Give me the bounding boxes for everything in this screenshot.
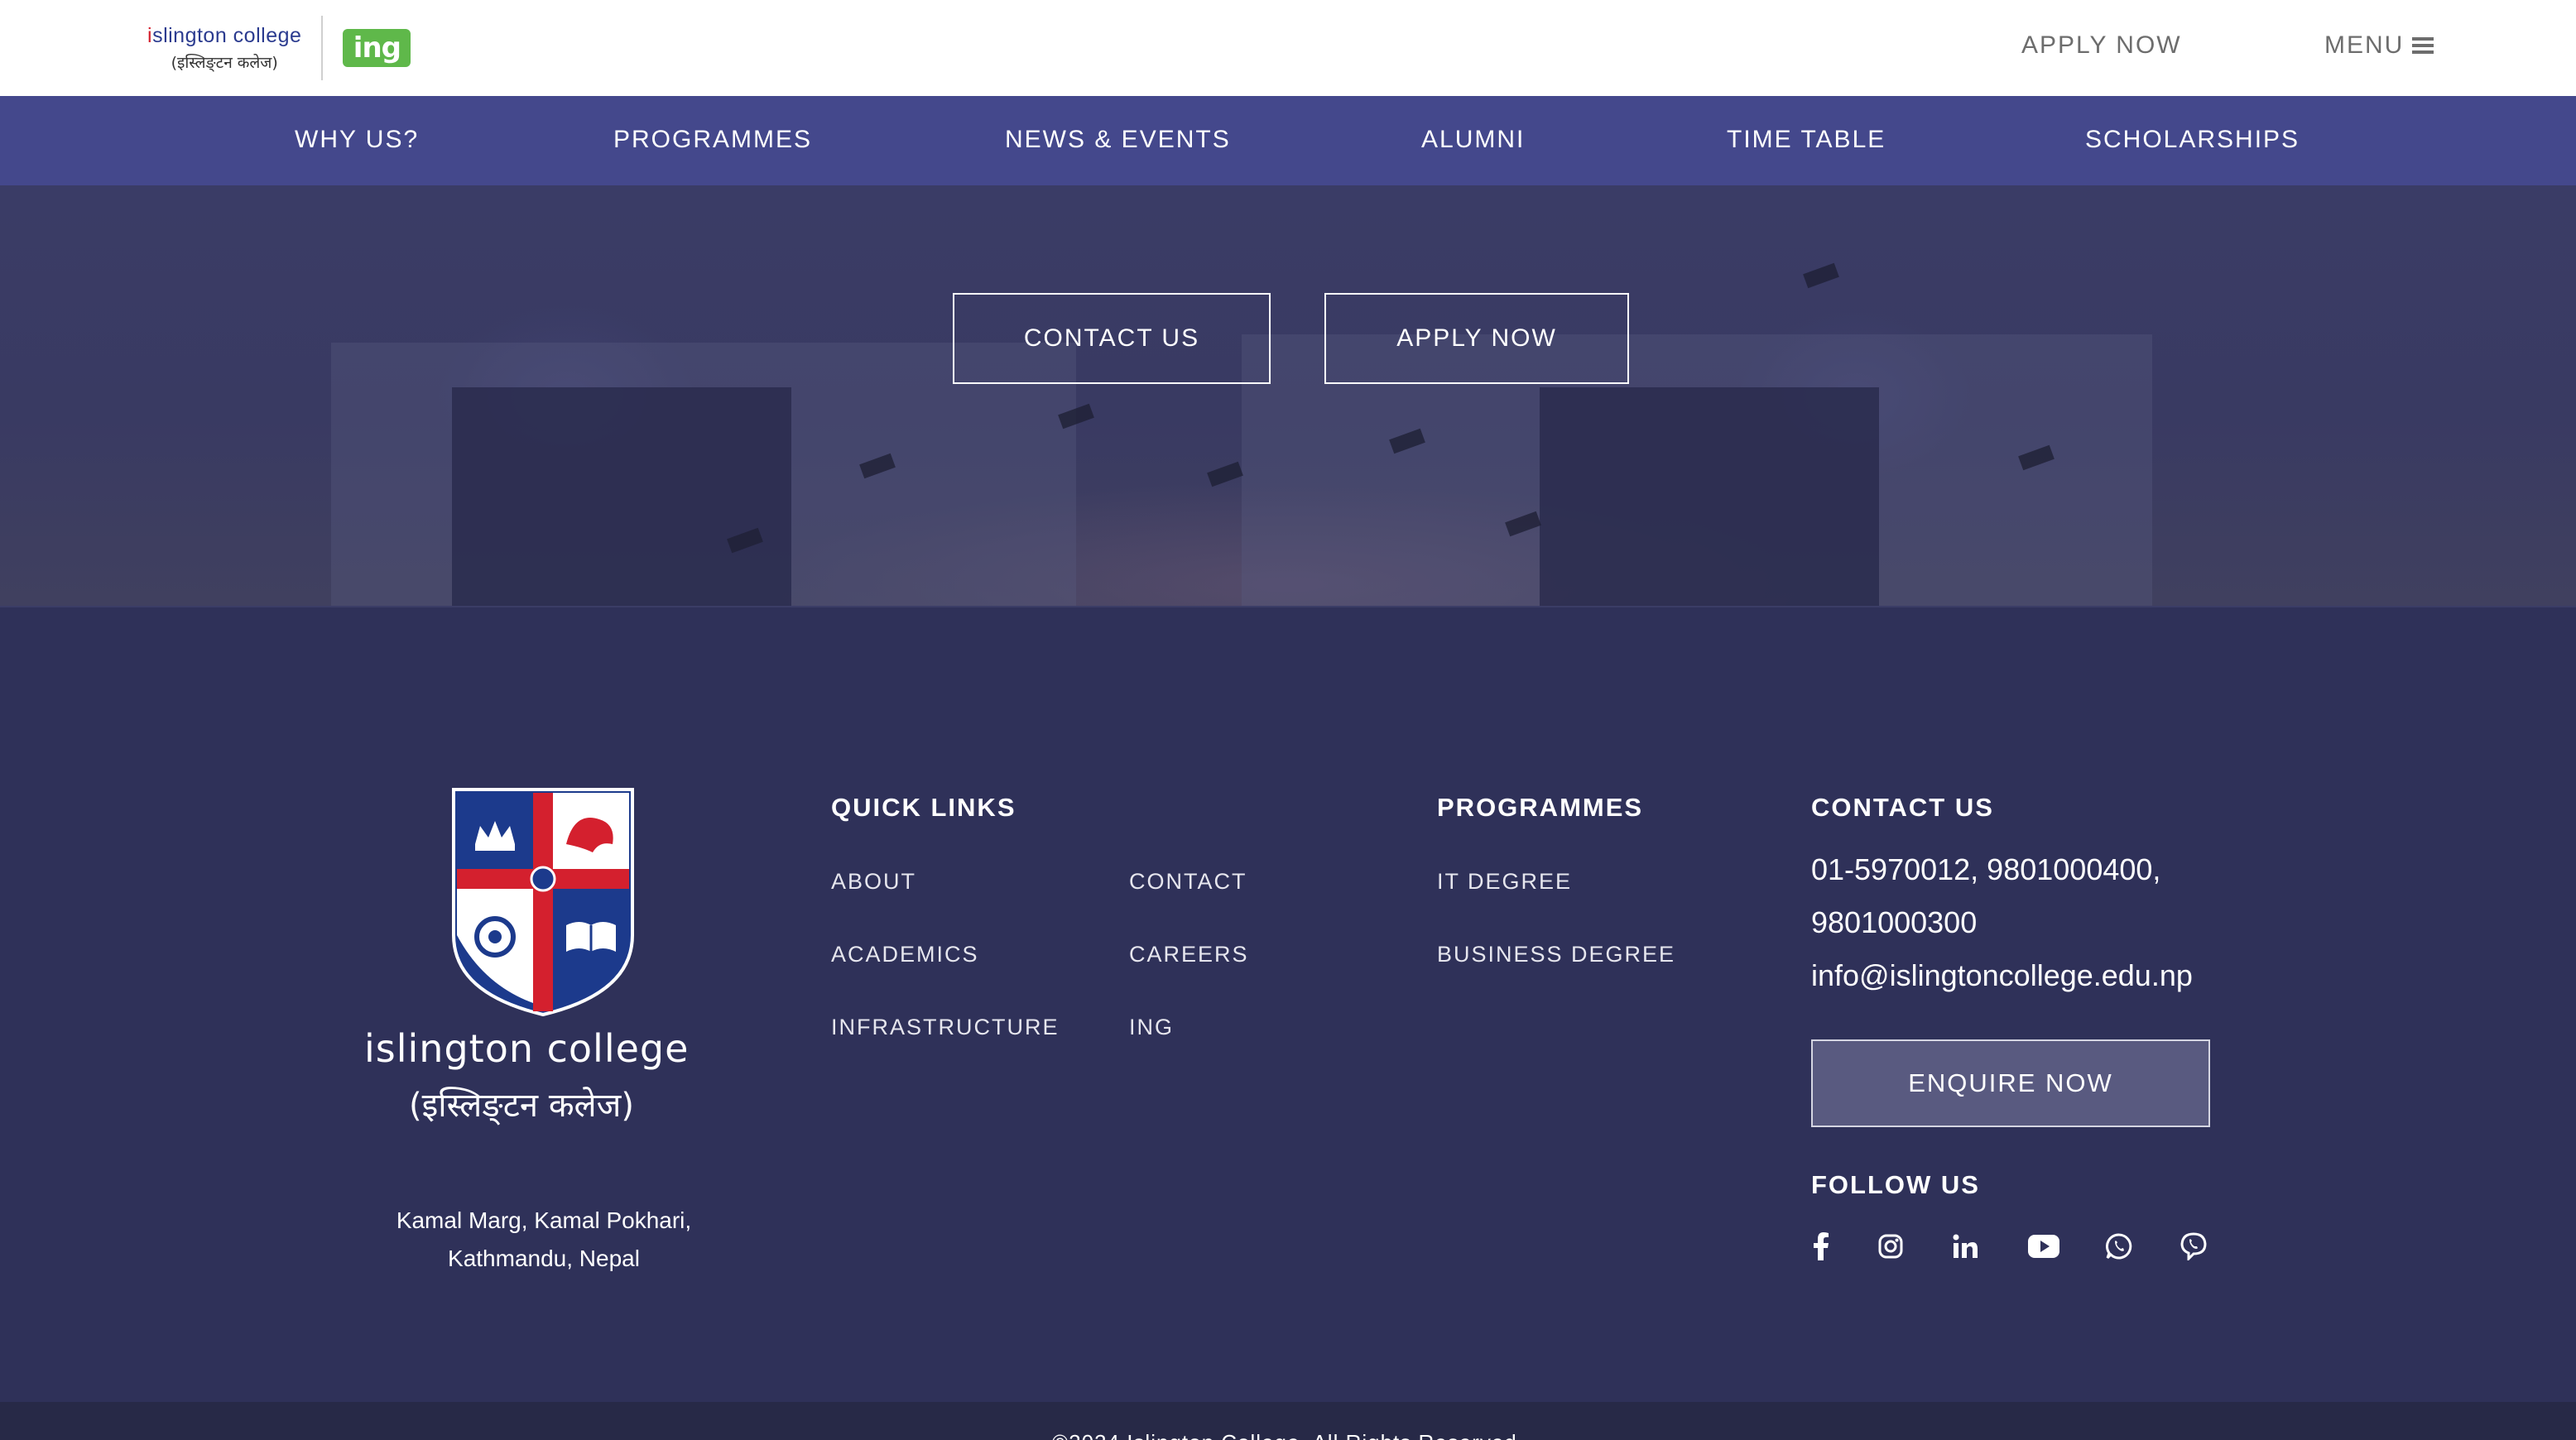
islington-logo[interactable]: islington college (इस्लिङ्टन कलेज) (147, 24, 301, 73)
hero-screen-right (1540, 387, 1879, 606)
top-header: islington college (इस्लिङ्टन कलेज) ing A… (0, 0, 2576, 96)
phone-numbers-line1[interactable]: 01-5970012, 9801000400, (1811, 852, 2160, 887)
follow-us-heading: FOLLOW US (1811, 1170, 1980, 1199)
grad-cap (1803, 262, 1839, 289)
footer-link-infrastructure[interactable]: INFRASTRUCTURE (831, 1015, 1060, 1040)
footer-link-about[interactable]: ABOUT (831, 869, 916, 895)
header-apply-now-link[interactable]: APPLY NOW (2021, 31, 2182, 60)
footer-link-business-degree[interactable]: BUSINESS DEGREE (1437, 942, 1675, 967)
nav-item-alumni[interactable]: ALUMNI (1421, 126, 1525, 154)
hero-banner: CONTACT US APPLY NOW (0, 185, 2576, 606)
logo-main-label: slington college (152, 23, 302, 47)
linkedin-icon[interactable] (1950, 1231, 1980, 1261)
hero-screen-left (452, 387, 791, 606)
footer-link-contact[interactable]: CONTACT (1129, 869, 1247, 895)
menu-label: MENU (2324, 31, 2405, 59)
footer-brand-i: i (364, 1026, 376, 1071)
address-line-2: Kathmandu, Nepal (448, 1246, 640, 1271)
nav-item-time-table[interactable]: TIME TABLE (1727, 126, 1886, 154)
youtube-icon[interactable] (2026, 1231, 2061, 1261)
logo-sub-text: (इस्लिङ्टन कलेज) (171, 53, 278, 72)
phone-numbers-line2[interactable]: 9801000300 (1811, 905, 1977, 940)
whatsapp-icon[interactable] (2104, 1231, 2134, 1261)
hamburger-icon (2412, 37, 2434, 54)
menu-button[interactable]: MENU (2324, 31, 2434, 60)
nav-item-scholarships[interactable]: SCHOLARSHIPS (2085, 126, 2300, 154)
footer-link-ing[interactable]: ING (1129, 1015, 1174, 1040)
copyright-text: ©2024 Islington College. All Rights Rese… (0, 1430, 2576, 1440)
quick-links-heading: QUICK LINKS (831, 793, 1016, 822)
main-nav: WHY US? PROGRAMMES NEWS & EVENTS ALUMNI … (0, 96, 2576, 185)
logo-divider (321, 16, 324, 80)
ing-logo[interactable]: ing (343, 29, 411, 67)
nav-item-programmes[interactable]: PROGRAMMES (613, 126, 812, 154)
grad-cap (1207, 461, 1243, 487)
footer-link-it-degree[interactable]: IT DEGREE (1437, 869, 1572, 895)
footer-brand-label: slington college (375, 1026, 690, 1071)
footer-link-academics[interactable]: ACADEMICS (831, 942, 979, 967)
college-crest-icon (452, 788, 634, 1017)
footer (0, 607, 2576, 1402)
logo-main-text: islington college (147, 24, 301, 48)
contact-us-button[interactable]: CONTACT US (953, 293, 1271, 384)
enquire-now-button[interactable]: ENQUIRE NOW (1811, 1039, 2210, 1127)
footer-brand-name-nepali: (इस्लिङ्टन कलेज) (409, 1087, 634, 1125)
header-logo[interactable]: islington college (इस्लिङ्टन कलेज) ing (147, 15, 411, 81)
nav-item-why-us[interactable]: WHY US? (295, 126, 419, 154)
footer-link-careers[interactable]: CAREERS (1129, 942, 1249, 967)
footer-address: Kamal Marg, Kamal Pokhari, Kathmandu, Ne… (381, 1202, 707, 1278)
contact-us-heading: CONTACT US (1811, 793, 1994, 822)
apply-now-button[interactable]: APPLY NOW (1324, 293, 1629, 384)
programmes-heading: PROGRAMMES (1437, 793, 1644, 822)
email-link[interactable]: info@islingtoncollege.edu.np (1811, 958, 2193, 993)
instagram-icon[interactable] (1876, 1231, 1906, 1261)
viber-icon[interactable] (2179, 1231, 2208, 1261)
nav-item-news-events[interactable]: NEWS & EVENTS (1005, 126, 1231, 154)
facebook-icon[interactable] (1806, 1231, 1836, 1261)
footer-brand-name: islington college (364, 1026, 689, 1071)
address-line-1: Kamal Marg, Kamal Pokhari, (396, 1207, 692, 1233)
